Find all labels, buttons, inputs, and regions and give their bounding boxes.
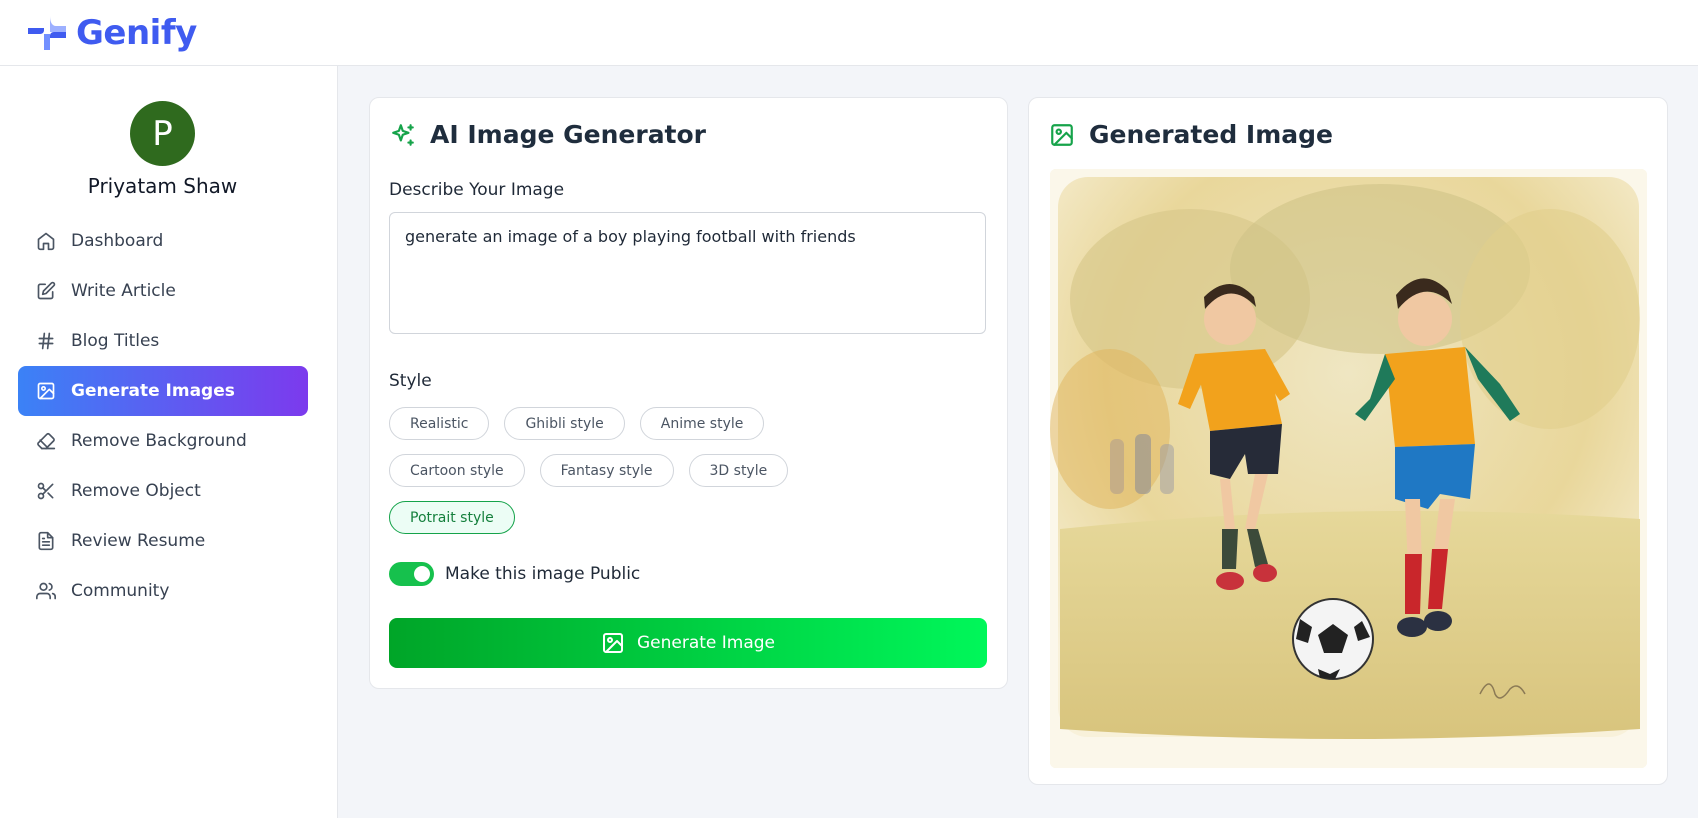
scissors-icon: [37, 482, 54, 500]
image-icon: [1051, 123, 1073, 146]
style-chip-cartoon[interactable]: Cartoon style: [389, 454, 525, 487]
sidebar-item-label: Review Resume: [71, 531, 206, 551]
generator-title: AI Image Generator: [390, 120, 706, 149]
style-chip-anime[interactable]: Anime style: [639, 407, 765, 440]
prompt-label: Describe Your Image: [389, 180, 565, 200]
sidebar-item-remove-object[interactable]: Remove Object: [18, 466, 308, 516]
style-chip-3d[interactable]: 3D style: [688, 454, 789, 487]
image-icon: [602, 633, 623, 653]
style-chip-ghibli[interactable]: Ghibli style: [504, 407, 625, 440]
home-icon: [37, 232, 55, 251]
style-chip-fantasy[interactable]: Fantasy style: [539, 454, 674, 487]
sidebar-item-label: Remove Background: [71, 431, 247, 451]
public-toggle-label: Make this image Public: [445, 564, 641, 584]
sidebar-item-dashboard[interactable]: Dashboard: [18, 216, 308, 266]
image-icon: [37, 382, 55, 400]
avatar[interactable]: P: [130, 101, 195, 166]
sidebar-item-remove-background[interactable]: Remove Background: [18, 416, 308, 466]
app-name[interactable]: Genify: [76, 13, 197, 53]
top-bar: Genify: [0, 0, 1698, 66]
style-chip-potrait[interactable]: Potrait style: [389, 501, 515, 534]
sidebar-item-label: Write Article: [71, 281, 176, 301]
generate-image-label: Generate Image: [636, 633, 776, 653]
generated-image[interactable]: [1050, 169, 1647, 768]
genify-logo-icon: [28, 13, 66, 52]
public-toggle-row: Make this image Public: [389, 562, 640, 586]
style-chip-realistic[interactable]: Realistic: [389, 407, 490, 440]
sidebar-item-label: Community: [71, 581, 170, 601]
sidebar-item-label: Dashboard: [71, 231, 164, 251]
style-label: Style: [389, 371, 432, 391]
generated-image-card: Generated Image: [1028, 97, 1668, 785]
sidebar-item-review-resume[interactable]: Review Resume: [18, 516, 308, 566]
sidebar-item-label: Generate Images: [71, 381, 235, 401]
sidebar-item-community[interactable]: Community: [18, 566, 308, 616]
sidebar: P Priyatam Shaw Dashboard Write Article …: [0, 66, 338, 818]
generate-image-button[interactable]: Generate Image: [389, 618, 987, 668]
sparkles-icon: [392, 123, 414, 146]
user-name: Priyatam Shaw: [87, 174, 238, 198]
sidebar-item-generate-images[interactable]: Generate Images: [18, 366, 308, 416]
public-toggle[interactable]: [389, 562, 434, 586]
prompt-textarea[interactable]: generate an image of a boy playing footb…: [389, 212, 986, 334]
sidebar-item-label: Remove Object: [71, 481, 201, 501]
users-icon: [36, 582, 56, 600]
output-title: Generated Image: [1049, 120, 1333, 149]
image-generator-card: AI Image Generator Describe Your Image g…: [369, 97, 1008, 689]
style-options: Realistic Ghibli style Anime style Carto…: [389, 407, 989, 548]
sidebar-nav: Dashboard Write Article Blog Titles Gene…: [18, 216, 308, 616]
sidebar-item-blog-titles[interactable]: Blog Titles: [18, 316, 308, 366]
file-text-icon: [38, 531, 54, 551]
edit-icon: [37, 281, 56, 300]
football-illustration: [1050, 169, 1647, 768]
hash-icon: [38, 332, 54, 350]
sidebar-item-write-article[interactable]: Write Article: [18, 266, 308, 316]
eraser-icon: [37, 432, 56, 450]
sidebar-item-label: Blog Titles: [71, 331, 160, 351]
